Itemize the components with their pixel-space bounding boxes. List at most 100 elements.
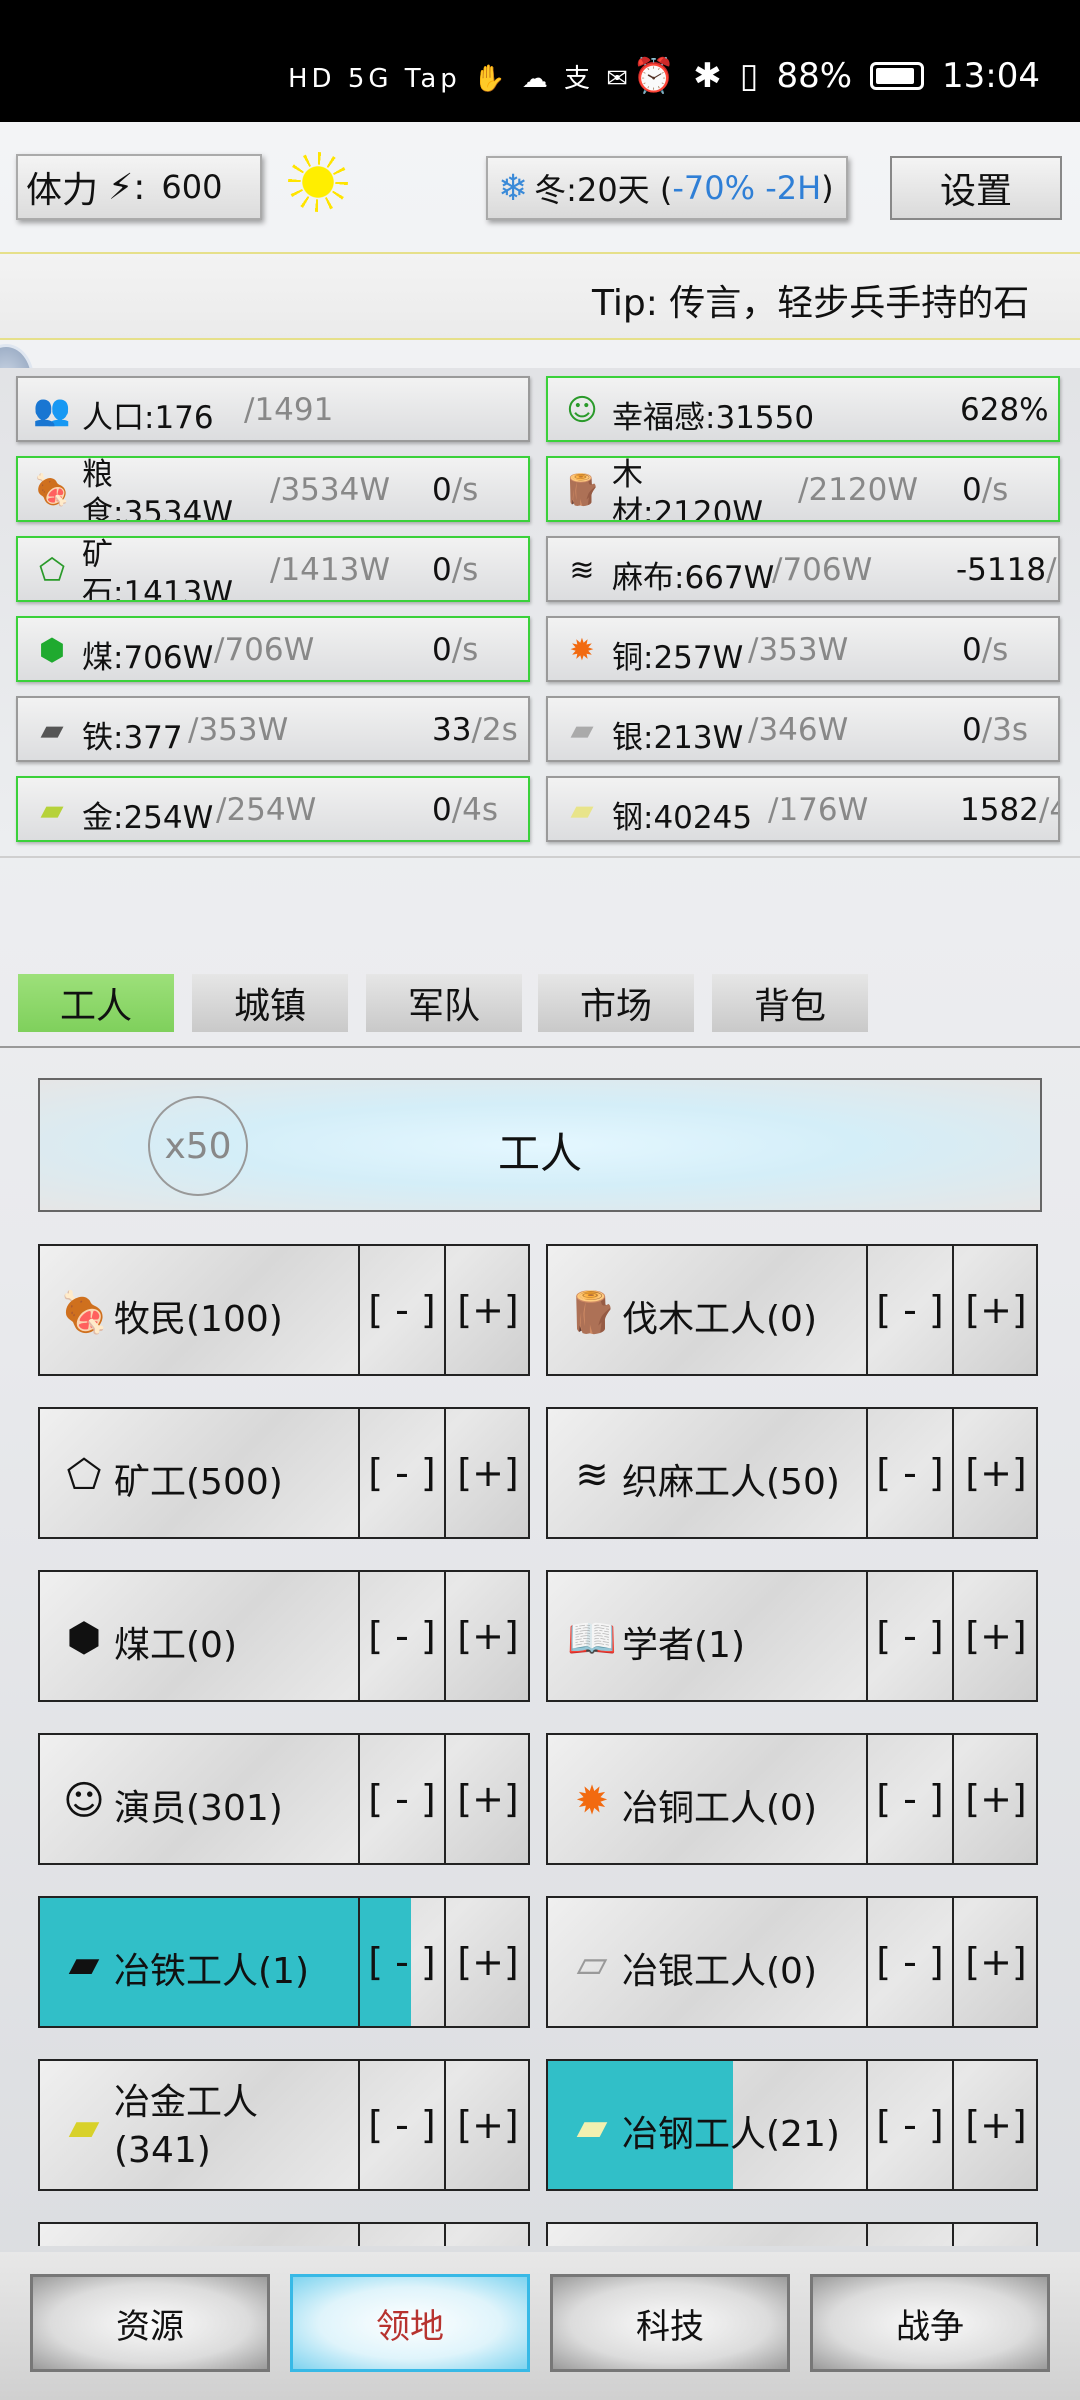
increase-worker-button[interactable]: [+] [952, 2224, 1038, 2246]
smile-icon: ☺ [63, 1778, 105, 1824]
decrease-worker-button[interactable]: [ - ] [358, 1735, 444, 1863]
snowflake-icon: ❄ [498, 167, 529, 209]
ore-rate-unit: /s [451, 552, 479, 588]
alarm-icon: ⏰ [632, 56, 676, 96]
status-bar: HD 5G Tap ✋ ☁ 支 ✉ ⏰ ✱ ▯ 88% 13:04 [0, 0, 1080, 122]
worker-card: ▰ 冶铁工人(1) [ - ] [+] [38, 1896, 530, 2028]
steel-icon: ▰ [576, 2104, 608, 2150]
increase-worker-button[interactable]: [+] [952, 1409, 1038, 1537]
battery-percent: 88% [776, 56, 853, 96]
decrease-worker-button[interactable]: [ - ] [358, 2061, 444, 2189]
worker-name: 牧民(100) [114, 1299, 283, 1340]
wood-rate: 0 [962, 472, 982, 508]
resource-silver: ▰ 银:213W /346W 0/3s [546, 696, 1060, 762]
nav-war[interactable]: 战争 [810, 2274, 1050, 2372]
increase-worker-button[interactable]: [+] [952, 1246, 1038, 1374]
worker-card: ⬢ 煤工(0) [ - ] [+] [38, 1570, 530, 1702]
gold-cap: /254W [216, 792, 317, 828]
increase-worker-button[interactable]: [+] [444, 1409, 530, 1537]
worker-card: ☺ 演员(301) [ - ] [+] [38, 1733, 530, 1865]
status-right: ⏰ ✱ ▯ 88% 13:04 [633, 56, 1040, 96]
coal-icon: ⬢ [38, 632, 66, 668]
worker-card: ▰ 冶金工人(341) [ - ] [+] [38, 2059, 530, 2191]
resource-copper: ✹ 铜:257W /353W 0/s [546, 616, 1060, 682]
decrease-worker-button[interactable]: [ - ] [358, 1246, 444, 1374]
decrease-worker-button[interactable]: [ - ] [866, 1572, 952, 1700]
decrease-worker-button[interactable]: [ - ] [866, 2061, 952, 2189]
resource-happiness: ☺ 幸福感:31550 628% [546, 376, 1060, 442]
linen-cap: /706W [772, 552, 873, 588]
increase-worker-button[interactable]: [+] [952, 1735, 1038, 1863]
decrease-worker-button[interactable]: [ - ] [866, 1409, 952, 1537]
increase-worker-button[interactable]: [+] [444, 1735, 530, 1863]
decrease-worker-button[interactable]: [ - ] [866, 1898, 952, 2026]
workers-panel: x50 工人 🍖 牧民(100)[ - ] [+] 🪵 伐木工人(0)[ - ] [+] ⬠… [0, 1046, 1080, 2246]
sun-icon [288, 152, 348, 212]
season-box: ❄ 冬:20天 ( -70% -2H ) [486, 156, 848, 220]
decrease-worker-button[interactable]: [ - ] [866, 1735, 952, 1863]
worker-name: 演员(301) [114, 1788, 283, 1829]
linen-rate-unit: /s [1046, 552, 1058, 588]
coal-icon: ⬢ [66, 1615, 102, 1661]
decrease-worker-button[interactable]: [ - ] [358, 1409, 444, 1537]
steel-icon: ▰ [570, 792, 594, 828]
increase-worker-button[interactable]: [+] [444, 1246, 530, 1374]
wood-rate-unit: /s [981, 472, 1009, 508]
increase-worker-button[interactable]: [+] [444, 2224, 530, 2246]
ore-cap: /1413W [270, 552, 390, 588]
silver-rate: 0 [962, 712, 982, 748]
nav-territory[interactable]: 领地 [290, 2274, 530, 2372]
nav-resources[interactable]: 资源 [30, 2274, 270, 2372]
copper-rate-unit: /s [981, 632, 1009, 668]
coal-label: 煤:706W [82, 640, 214, 676]
increase-worker-button[interactable]: [+] [952, 1898, 1038, 2026]
stamina-box: 体力 ⚡: 600 [16, 154, 262, 220]
tab-army[interactable]: 军队 [366, 974, 522, 1032]
worker-card: 🪵 伐木工人(0) [ - ] [+] [546, 1244, 1038, 1376]
tab-bag[interactable]: 背包 [712, 974, 868, 1032]
wood-cap: /2120W [798, 472, 918, 508]
workers-title: 工人 [497, 1129, 582, 1178]
tab-town[interactable]: 城镇 [192, 974, 348, 1032]
increase-worker-button[interactable]: [+] [444, 1572, 530, 1700]
resource-coal: ⬢ 煤:706W /706W 0/s [16, 616, 530, 682]
tip-text: Tip: 传言，轻步兵手持的石 [592, 283, 1030, 324]
steel-rate: 1582 [960, 792, 1039, 828]
food-rate-unit: /s [451, 472, 479, 508]
decrease-worker-button[interactable]: [ - ] [358, 1898, 444, 2026]
increase-worker-button[interactable]: [+] [952, 2061, 1038, 2189]
increase-worker-button[interactable]: [+] [444, 1898, 530, 2026]
nav-tech[interactable]: 科技 [550, 2274, 790, 2372]
linen-rate: -5118 [956, 552, 1047, 588]
food-label: 粮食:3534W [82, 457, 233, 522]
smile-icon: ☺ [566, 392, 598, 428]
silver-icon: ▱ [576, 1941, 608, 1987]
worker-name: 冶金工人(341) [114, 2082, 259, 2171]
decrease-worker-button[interactable]: [ - ] [358, 1572, 444, 1700]
iron-rate: 33 [432, 712, 472, 748]
stamina-value: 600 [161, 168, 223, 206]
resource-iron: ▰ 铁:377 /353W 33/2s [16, 696, 530, 762]
ore-rate: 0 [432, 552, 452, 588]
settings-button[interactable]: 设置 [890, 156, 1062, 220]
increase-worker-button[interactable]: [+] [952, 1572, 1038, 1700]
gold-rate: 0 [432, 792, 452, 828]
worker-card: ◇铸银两工人[ - ][+] [546, 2222, 1038, 2246]
increase-worker-button[interactable]: [+] [444, 2061, 530, 2189]
silver-cap: /346W [748, 712, 849, 748]
silver-rate-unit: /3s [981, 712, 1029, 748]
ore-icon: ⬠ [38, 552, 66, 588]
gold-label: 金:254W [82, 800, 214, 836]
decrease-worker-button[interactable]: [ - ] [866, 1246, 952, 1374]
iron-label: 铁:377 [82, 720, 183, 756]
steel-cap: /176W [768, 792, 869, 828]
worker-card: ▱ 冶银工人(0) [ - ] [+] [546, 1896, 1038, 2028]
resource-food: 🍖 粮食:3534W /3534W 0/s [16, 456, 530, 522]
tab-workers[interactable]: 工人 [18, 974, 174, 1032]
coal-rate: 0 [432, 632, 452, 668]
tab-market[interactable]: 市场 [538, 974, 694, 1032]
decrease-worker-button[interactable]: [ - ] [866, 2224, 952, 2246]
iron-cap: /353W [188, 712, 289, 748]
vibrate-icon: ▯ [739, 56, 759, 96]
decrease-worker-button[interactable]: [ - ] [358, 2224, 444, 2246]
